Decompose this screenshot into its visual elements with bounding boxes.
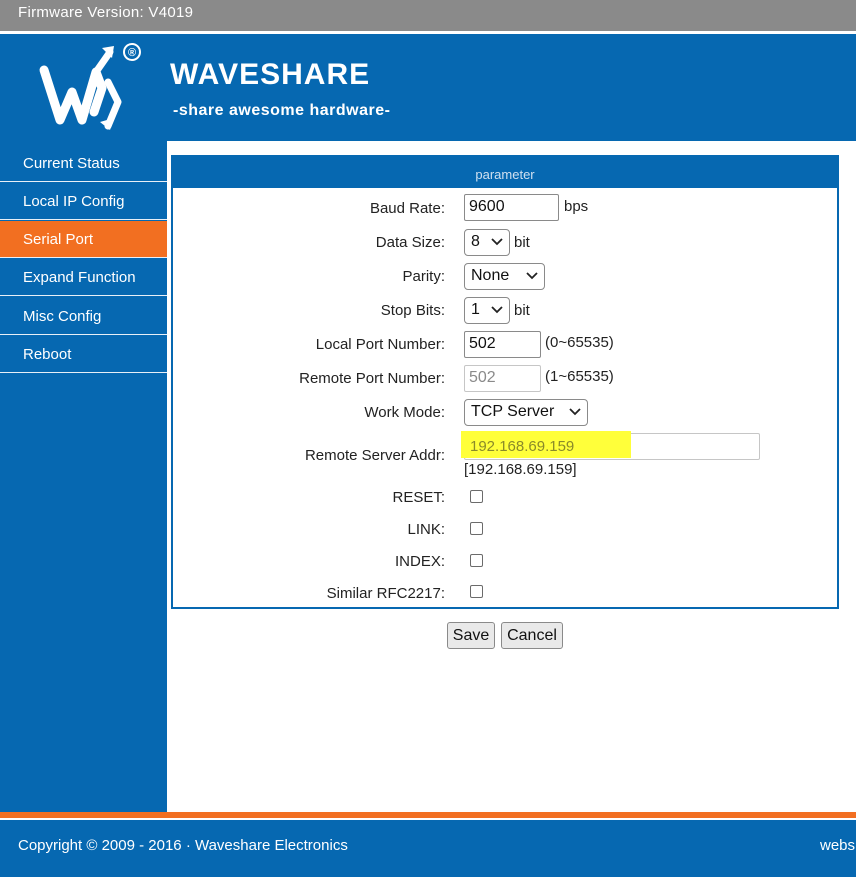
sidebar-item-label: Misc Config — [23, 308, 102, 325]
stop-bits-select[interactable]: 1 — [464, 297, 510, 324]
firmware-bar: Firmware Version: V4019 — [0, 0, 856, 31]
remote-port-label: Remote Port Number: — [299, 370, 445, 387]
panel-title: parameter — [173, 157, 837, 188]
local-port-input[interactable]: 502 — [464, 331, 541, 358]
local-port-range: (0~65535) — [545, 334, 614, 351]
baud-rate-label: Baud Rate: — [369, 200, 445, 217]
sidebar-item-serial-port[interactable]: Serial Port — [0, 221, 167, 258]
index-label: INDEX: — [394, 553, 445, 570]
stop-bits-value: 1 — [471, 301, 480, 318]
cancel-button[interactable]: Cancel — [501, 622, 563, 649]
parity-select[interactable]: None — [464, 263, 545, 290]
baud-rate-unit: bps — [564, 198, 589, 215]
website-link[interactable]: webs — [820, 837, 855, 854]
parity-value: None — [471, 267, 510, 284]
data-size-select[interactable]: 8 — [464, 229, 510, 256]
data-size-label: Data Size: — [375, 234, 445, 251]
sidebar-item-label: Current Status — [23, 155, 120, 172]
chevron-down-icon — [526, 272, 538, 280]
brand-tagline: -share awesome hardware- — [173, 102, 391, 119]
sidebar-item-expand-function[interactable]: Expand Function — [0, 259, 167, 296]
work-mode-select[interactable]: TCP Server — [464, 399, 588, 426]
sidebar-item-label: Reboot — [23, 346, 72, 363]
sidebar-item-label: Expand Function — [23, 269, 136, 286]
index-checkbox[interactable] — [470, 554, 483, 567]
sidebar: Current Status Local IP Config Serial Po… — [0, 141, 167, 812]
rfc2217-checkbox[interactable] — [470, 585, 483, 598]
local-port-label: Local Port Number: — [315, 336, 445, 353]
sidebar-item-label: Serial Port — [23, 231, 94, 248]
remote-addr-label: Remote Server Addr: — [304, 447, 445, 464]
remote-addr-input[interactable]: 192.168.69.159 — [461, 431, 760, 460]
registered-mark: ® — [128, 47, 136, 59]
brand-name: WAVESHARE — [170, 58, 371, 91]
sidebar-item-reboot[interactable]: Reboot — [0, 336, 167, 373]
stop-bits-label: Stop Bits: — [380, 302, 445, 319]
save-button[interactable]: Save — [447, 622, 495, 649]
chevron-down-icon — [569, 408, 581, 416]
remote-port-range: (1~65535) — [545, 368, 614, 385]
firmware-version: Firmware Version: V4019 — [18, 4, 194, 21]
chevron-down-icon — [491, 238, 503, 246]
parameter-panel: parameter Baud Rate: 9600 bps Data Size:… — [171, 155, 839, 609]
data-size-unit: bit — [514, 234, 530, 251]
rfc2217-label: Similar RFC2217: — [326, 585, 445, 602]
work-mode-value: TCP Server — [471, 403, 555, 420]
sidebar-item-label: Local IP Config — [23, 193, 125, 210]
reset-checkbox[interactable] — [470, 490, 483, 503]
sidebar-item-current-status[interactable]: Current Status — [0, 145, 167, 182]
parity-label: Parity: — [402, 268, 445, 285]
remote-port-input[interactable]: 502 — [464, 365, 541, 392]
data-size-value: 8 — [471, 233, 480, 250]
header: ® WAVESHARE -share awesome hardware- — [0, 34, 856, 141]
work-mode-label: Work Mode: — [364, 404, 445, 421]
remote-addr-resolved: [192.168.69.159] — [464, 461, 577, 478]
sidebar-item-misc-config[interactable]: Misc Config — [0, 298, 167, 335]
chevron-down-icon — [491, 306, 503, 314]
link-label: LINK: — [407, 521, 445, 538]
stop-bits-unit: bit — [514, 302, 530, 319]
waveshare-logo-icon: ® — [39, 43, 141, 130]
remote-addr-value: 192.168.69.159 — [470, 438, 575, 455]
baud-rate-input[interactable]: 9600 — [464, 194, 559, 221]
copyright-text: Copyright © 2009 - 2016 · Waveshare Elec… — [18, 837, 348, 854]
reset-label: RESET: — [392, 489, 445, 506]
link-checkbox[interactable] — [470, 522, 483, 535]
footer: Copyright © 2009 - 2016 · Waveshare Elec… — [0, 820, 856, 877]
sidebar-item-local-ip-config[interactable]: Local IP Config — [0, 183, 167, 220]
